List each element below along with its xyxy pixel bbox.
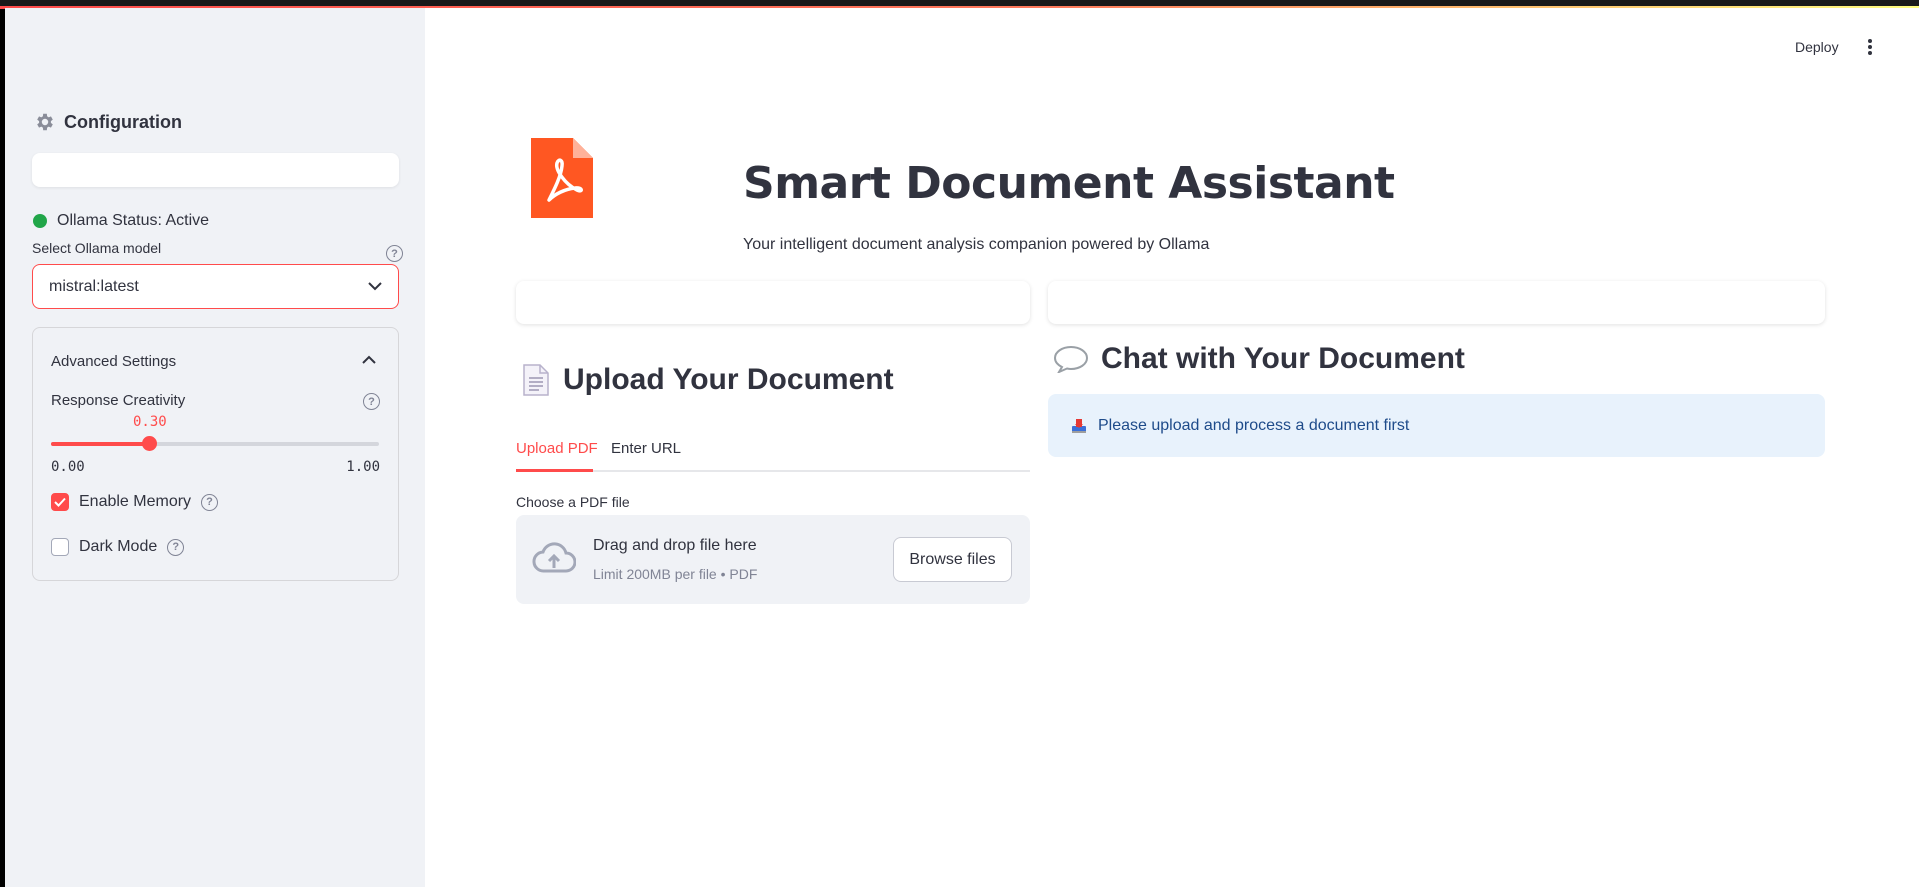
creativity-slider[interactable] <box>51 436 379 451</box>
help-icon[interactable]: ? <box>386 245 403 262</box>
page-subtitle: Your intelligent document analysis compa… <box>743 236 1210 253</box>
upload-empty-card <box>516 281 1030 324</box>
more-options-icon[interactable] <box>1867 38 1873 56</box>
chat-heading-text: Chat with Your Document <box>1101 342 1465 375</box>
model-select-label: Select Ollama model <box>32 240 162 256</box>
inbox-tray-icon <box>1072 418 1086 433</box>
cloud-upload-icon <box>532 542 576 573</box>
upload-heading-text: Upload Your Document <box>563 363 894 396</box>
chat-empty-card <box>1048 281 1825 324</box>
deploy-button[interactable]: Deploy <box>1795 39 1839 55</box>
sidebar: Configuration Ollama Status: Active Sele… <box>5 8 425 887</box>
enable-memory-row[interactable]: Enable Memory ? <box>51 493 219 511</box>
model-select[interactable]: mistral:latest <box>32 264 399 309</box>
slider-max: 1.00 <box>346 459 380 475</box>
creativity-label: Response Creativity <box>51 392 186 409</box>
gear-icon <box>37 113 53 131</box>
dark-mode-checkbox[interactable] <box>51 538 69 556</box>
tab-upload-pdf[interactable]: Upload PDF <box>516 440 598 457</box>
advanced-settings-title[interactable]: Advanced Settings <box>51 353 176 370</box>
ollama-status: Ollama Status: Active <box>33 212 209 230</box>
tab-enter-url[interactable]: Enter URL <box>611 440 681 457</box>
dropzone-limit: Limit 200MB per file • PDF <box>593 566 758 582</box>
app-frame: Configuration Ollama Status: Active Sele… <box>5 8 1919 887</box>
info-alert-text: Please upload and process a document fir… <box>1098 416 1410 434</box>
dark-mode-row[interactable]: Dark Mode ? <box>51 538 185 556</box>
enable-memory-checkbox[interactable] <box>51 493 69 511</box>
help-icon[interactable]: ? <box>363 393 380 410</box>
status-active-dot <box>33 214 47 228</box>
checkmark-icon <box>54 497 66 507</box>
dark-mode-label: Dark Mode <box>79 538 158 555</box>
file-dropzone[interactable]: Drag and drop file here Limit 200MB per … <box>516 515 1030 604</box>
help-icon[interactable]: ? <box>167 538 185 556</box>
info-alert: Please upload and process a document fir… <box>1048 394 1825 457</box>
config-title: Configuration <box>64 111 182 132</box>
upload-heading: Upload Your Document <box>523 363 894 397</box>
status-text: Ollama Status: Active <box>57 212 210 229</box>
dropzone-instructions: Drag and drop file here <box>593 537 757 554</box>
pdf-file-icon <box>531 138 593 218</box>
upload-tabs: Upload PDF Enter URL <box>516 430 1030 472</box>
page-title: Smart Document Assistant <box>743 158 1395 209</box>
slider-fill <box>51 442 149 446</box>
creativity-value: 0.30 <box>133 414 167 430</box>
browse-files-button[interactable]: Browse files <box>893 537 1012 582</box>
chevron-up-icon[interactable] <box>362 355 376 364</box>
speech-bubble-icon <box>1053 345 1089 373</box>
slider-min: 0.00 <box>51 459 85 475</box>
help-icon[interactable]: ? <box>201 493 219 511</box>
model-select-value: mistral:latest <box>49 277 139 295</box>
chat-heading: Chat with Your Document <box>1053 342 1465 376</box>
active-tab-indicator <box>516 469 593 472</box>
chevron-down-icon <box>368 282 382 291</box>
sidebar-empty-card <box>32 153 399 187</box>
document-icon <box>523 364 549 396</box>
file-uploader-label: Choose a PDF file <box>516 494 630 510</box>
advanced-settings-expander: Advanced Settings Response Creativity ? … <box>32 327 399 581</box>
config-header: Configuration <box>34 111 182 133</box>
enable-memory-label: Enable Memory <box>79 493 192 510</box>
slider-thumb[interactable] <box>142 436 157 451</box>
